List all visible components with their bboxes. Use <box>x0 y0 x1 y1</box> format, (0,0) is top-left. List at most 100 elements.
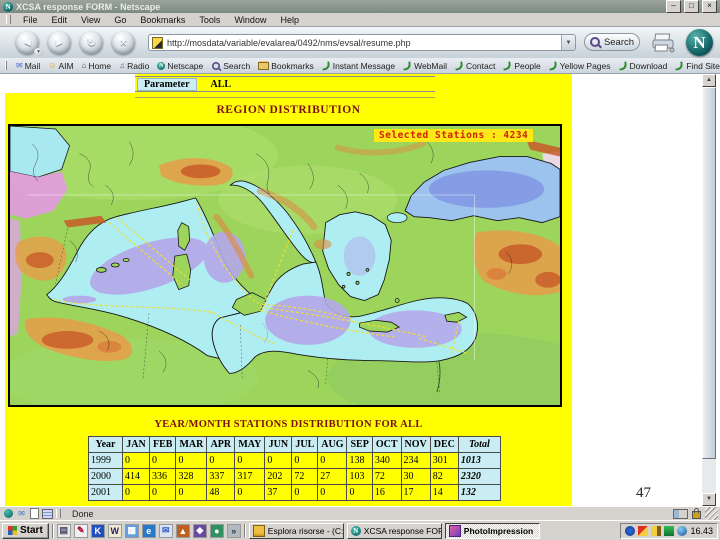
toolbar-item-mail[interactable]: ✉ Mail <box>12 61 44 71</box>
toolbar-item-netscape[interactable]: N Netscape <box>153 61 207 71</box>
reload-button[interactable]: ↻ <box>80 31 103 54</box>
quick-launch-icon[interactable]: ● <box>209 523 224 538</box>
link-icon <box>454 60 464 71</box>
cell: 103 <box>346 468 373 485</box>
cell: 328 <box>175 468 208 485</box>
netscape-logo[interactable]: N <box>686 29 713 56</box>
statusbar-divider <box>56 509 61 518</box>
parameter-select[interactable]: ALL <box>211 79 232 90</box>
col-apr: APR <box>206 436 236 453</box>
quick-launch-icon[interactable]: ▤ <box>56 523 71 538</box>
back-dropdown-icon[interactable]: ▼ <box>34 48 43 56</box>
minimize-button[interactable]: – <box>666 0 681 13</box>
tray-messenger-icon[interactable] <box>677 525 688 536</box>
form-left-margin <box>5 74 135 93</box>
forward-button[interactable]: ► <box>48 31 71 54</box>
toolbar-item-download[interactable]: Download <box>615 61 672 71</box>
toolbar-item-find-sites[interactable]: Find Sites <box>671 61 720 71</box>
toolbar-item-instant-message[interactable]: Instant Message <box>318 61 399 71</box>
toolbar-item-people[interactable]: People <box>499 61 544 71</box>
scroll-down-icon[interactable]: ▼ <box>702 493 716 506</box>
toolbar-item-contact[interactable]: Contact <box>451 61 499 71</box>
table-row: 2000 414 336 328 337 317 202 72 27 103 7… <box>88 468 501 485</box>
resize-grip[interactable] <box>705 507 718 520</box>
scrollbar-thumb[interactable] <box>702 87 716 459</box>
task-explorer[interactable]: Esplora risorse - (C:) <box>248 522 344 539</box>
tray-scanner-icon[interactable] <box>664 525 675 536</box>
toolbar-item-aim[interactable]: ☺ AIM <box>44 61 77 71</box>
toolbar-item-webmail[interactable]: WebMail <box>399 61 451 71</box>
netscape-icon: N <box>157 61 166 70</box>
mail-icon: ✉ <box>16 60 23 70</box>
quick-launch-icon[interactable]: ✎ <box>73 523 88 538</box>
cell: 48 <box>206 484 236 501</box>
menu-edit[interactable]: Edit <box>45 14 75 26</box>
menu-go[interactable]: Go <box>107 14 133 26</box>
url-bar[interactable]: http://mosdata/variable/evalarea/0492/nm… <box>148 34 576 51</box>
toolbar-item-yellow-pages[interactable]: Yellow Pages <box>545 61 615 71</box>
search-button[interactable]: Search <box>584 33 640 51</box>
toolbar-item-radio[interactable]: ♫ Radio <box>115 61 153 71</box>
cell: 72 <box>371 468 402 485</box>
stop-button[interactable]: × <box>112 31 135 54</box>
vertical-scrollbar[interactable]: ▲ ▼ <box>702 74 716 506</box>
menu-view[interactable]: View <box>74 14 107 26</box>
cell: 317 <box>234 468 266 485</box>
quick-launch-icon[interactable]: ▦ <box>124 523 139 538</box>
cell: 138 <box>346 452 373 469</box>
task-photoimpression[interactable]: PhotoImpression <box>444 522 540 539</box>
mail-component-icon[interactable]: ✉ <box>16 508 27 519</box>
tray-antivirus-icon[interactable] <box>638 525 649 536</box>
link-icon <box>617 60 628 71</box>
start-button[interactable]: Start <box>2 522 49 539</box>
link-icon <box>321 60 331 71</box>
toolbar-label: Find Sites <box>686 60 720 71</box>
cell: 234 <box>400 452 431 469</box>
quick-launch-icon[interactable]: ◆ <box>192 523 207 538</box>
link-icon <box>548 60 558 71</box>
tray-pen-icon[interactable] <box>651 525 662 536</box>
search-icon <box>589 37 600 47</box>
toolbar-grip[interactable] <box>6 15 11 24</box>
toolbar-item-home[interactable]: ⌂ Home <box>78 61 116 71</box>
map-image <box>10 126 560 405</box>
menu-window[interactable]: Window <box>227 14 273 26</box>
quick-launch-icon[interactable]: W <box>107 523 122 538</box>
toolbar-item-bookmarks[interactable]: Bookmarks <box>254 61 318 71</box>
quick-launch-icon[interactable]: e <box>141 523 156 538</box>
menu-bookmarks[interactable]: Bookmarks <box>133 14 192 26</box>
scroll-up-icon[interactable]: ▲ <box>702 74 716 87</box>
tray-network-icon[interactable] <box>625 525 636 536</box>
menu-bar: File Edit View Go Bookmarks Tools Window… <box>0 13 720 27</box>
quick-launch-icon[interactable]: K <box>90 523 105 538</box>
cell-year: 1999 <box>88 452 123 469</box>
menu-file[interactable]: File <box>16 14 45 26</box>
quick-launch-icon[interactable]: ▲ <box>175 523 190 538</box>
menu-help[interactable]: Help <box>273 14 306 26</box>
search-label: Search <box>603 36 635 48</box>
navigator-component-icon[interactable] <box>3 508 14 519</box>
cell: 17 <box>400 484 431 501</box>
quick-launch-icon[interactable]: ✉ <box>158 523 173 538</box>
task-netscape[interactable]: N XCSA response FORM - N... <box>346 522 442 539</box>
close-button[interactable]: × <box>702 0 717 13</box>
composer-component-icon[interactable] <box>29 508 40 519</box>
toolbar-item-search[interactable]: Search <box>207 61 254 71</box>
print-icon[interactable] <box>650 32 678 53</box>
toolbar-label: Search <box>223 60 251 71</box>
folder-icon <box>258 61 270 70</box>
quick-launch-icon[interactable]: » <box>226 523 241 538</box>
toolbar-grip[interactable] <box>5 61 7 70</box>
security-lock-icon[interactable] <box>692 508 701 519</box>
maximize-button[interactable]: □ <box>684 0 699 13</box>
online-status-icon[interactable] <box>673 508 688 519</box>
toolbar-label: Bookmarks <box>271 60 314 71</box>
menu-tools[interactable]: Tools <box>192 14 227 26</box>
bookmark-icon[interactable] <box>152 36 163 49</box>
addressbook-component-icon[interactable] <box>42 508 53 519</box>
url-text[interactable]: http://mosdata/variable/evalarea/0492/nm… <box>167 38 561 48</box>
region-distribution-title: REGION DISTRIBUTION <box>216 104 361 116</box>
table-header-row: Year JAN FEB MAR APR MAY JUN JUL AUG SEP… <box>88 436 501 453</box>
url-dropdown-icon[interactable]: ▼ <box>561 35 575 50</box>
cell: 14 <box>429 484 459 501</box>
